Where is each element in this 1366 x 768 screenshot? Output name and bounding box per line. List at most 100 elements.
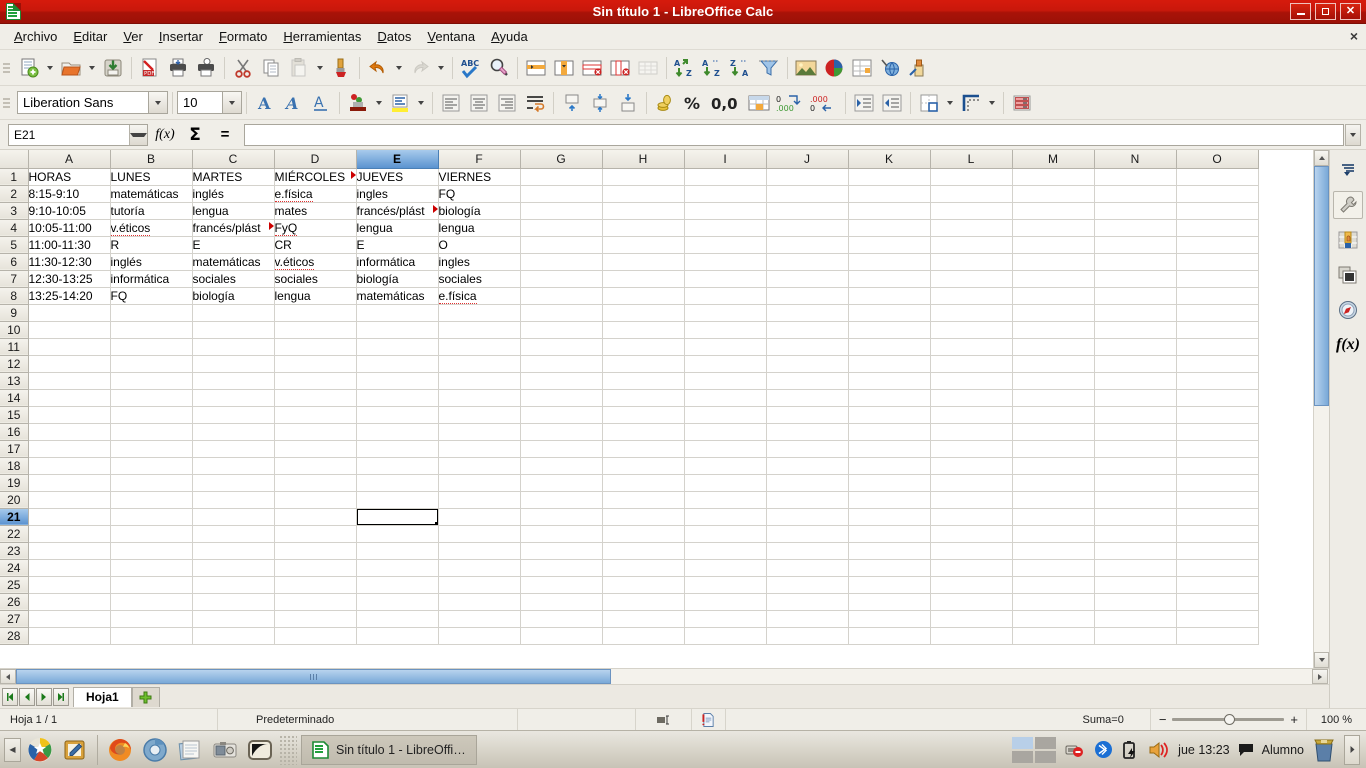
cell-G20[interactable] [520,491,603,509]
save-document-icon[interactable] [100,54,126,82]
cell-J15[interactable] [766,406,849,424]
cell-O16[interactable] [1176,423,1259,441]
cell-A19[interactable] [28,474,111,492]
cell-J9[interactable] [766,304,849,322]
zoom-knob[interactable] [1224,714,1236,725]
cell-E16[interactable] [356,423,439,441]
row-header-9[interactable]: 9 [0,304,29,322]
insert-column-icon[interactable] [551,54,577,82]
cell-D6[interactable]: v.éticos [274,253,357,271]
sheet-row[interactable]: 26 [0,593,1259,611]
cell-J11[interactable] [766,338,849,356]
cell-E4[interactable]: lengua [356,219,439,237]
cell-D2[interactable]: e.física [274,185,357,203]
sheet-row[interactable]: 16 [0,423,1259,441]
cell-C4[interactable]: francés/plást [192,219,275,237]
cell-E12[interactable] [356,355,439,373]
cell-A22[interactable] [28,525,111,543]
cell-J19[interactable] [766,474,849,492]
font-name-input[interactable]: Liberation Sans [17,91,149,114]
cell-C7[interactable]: sociales [192,270,275,288]
column-header-b[interactable]: B [110,150,193,169]
print-preview-icon[interactable] [193,54,219,82]
sidebar-settings-icon[interactable] [1333,156,1363,184]
cell-K13[interactable] [848,372,931,390]
cell-H9[interactable] [602,304,685,322]
tray-clock[interactable]: jue 13:23 [1178,743,1229,757]
cell-E19[interactable] [356,474,439,492]
cell-I22[interactable] [684,525,767,543]
cell-M12[interactable] [1012,355,1095,373]
cell-M1[interactable] [1012,168,1095,186]
cell-E9[interactable] [356,304,439,322]
cell-G19[interactable] [520,474,603,492]
cell-K22[interactable] [848,525,931,543]
horizontal-scrollbar[interactable] [0,668,1329,684]
delete-column-icon[interactable] [607,54,633,82]
cell-N3[interactable] [1094,202,1177,220]
cell-O6[interactable] [1176,253,1259,271]
cell-F18[interactable] [438,457,521,475]
cell-E7[interactable]: biología [356,270,439,288]
cell-B5[interactable]: R [110,236,193,254]
cell-L10[interactable] [930,321,1013,339]
cell-J25[interactable] [766,576,849,594]
sheet-row[interactable]: 4 10:05-11:00 v.éticos francés/plást FyQ leng… [0,219,1259,237]
zoom-track[interactable] [1172,714,1285,725]
row-header-25[interactable]: 25 [0,576,29,594]
functions-icon[interactable]: f(x) [1333,331,1363,359]
highlight-color-icon[interactable] [387,89,413,117]
cell-C25[interactable] [192,576,275,594]
cell-B2[interactable]: matemáticas [110,185,193,203]
cell-N11[interactable] [1094,338,1177,356]
properties-wrench-icon[interactable] [1333,191,1363,219]
cell-L25[interactable] [930,576,1013,594]
cell-M21[interactable] [1012,508,1095,526]
formatting-toolbar-grip[interactable] [3,92,12,114]
cell-K2[interactable] [848,185,931,203]
cell-M4[interactable] [1012,219,1095,237]
cell-G7[interactable] [520,270,603,288]
cell-K28[interactable] [848,627,931,645]
styles-icon[interactable] [1333,226,1363,254]
cell-E11[interactable] [356,338,439,356]
cell-B10[interactable] [110,321,193,339]
cell-G26[interactable] [520,593,603,611]
cell-H28[interactable] [602,627,685,645]
column-header-g[interactable]: G [520,150,603,169]
cell-I24[interactable] [684,559,767,577]
menu-item-insertar[interactable]: Insertar [151,26,211,47]
sheet-row[interactable]: 20 [0,491,1259,509]
cell-K12[interactable] [848,355,931,373]
cell-B7[interactable]: informática [110,270,193,288]
highlight-color-dropdown-icon[interactable] [418,100,424,105]
cell-F14[interactable] [438,389,521,407]
cell-M16[interactable] [1012,423,1095,441]
cell-D9[interactable] [274,304,357,322]
cell-B20[interactable] [110,491,193,509]
cell-A15[interactable] [28,406,111,424]
cell-H15[interactable] [602,406,685,424]
cell-G11[interactable] [520,338,603,356]
cell-D17[interactable] [274,440,357,458]
sheet-row[interactable]: 5 11:00-11:30 R E CR E O [0,236,1259,254]
cell-L24[interactable] [930,559,1013,577]
cell-K8[interactable] [848,287,931,305]
cell-F9[interactable] [438,304,521,322]
cell-O20[interactable] [1176,491,1259,509]
cell-J21[interactable] [766,508,849,526]
cell-E8[interactable]: matemáticas [356,287,439,305]
select-all-corner[interactable] [0,150,29,169]
row-header-3[interactable]: 3 [0,202,29,220]
cell-F12[interactable] [438,355,521,373]
font-color-icon[interactable] [345,89,371,117]
cell-L5[interactable] [930,236,1013,254]
cell-C24[interactable] [192,559,275,577]
row-header-26[interactable]: 26 [0,593,29,611]
column-header-e[interactable]: E [356,150,439,169]
cell-J17[interactable] [766,440,849,458]
find-replace-icon[interactable] [486,54,512,82]
paste-dropdown-icon[interactable] [317,65,323,70]
vertical-scroll-track[interactable] [1314,166,1329,652]
cell-L15[interactable] [930,406,1013,424]
